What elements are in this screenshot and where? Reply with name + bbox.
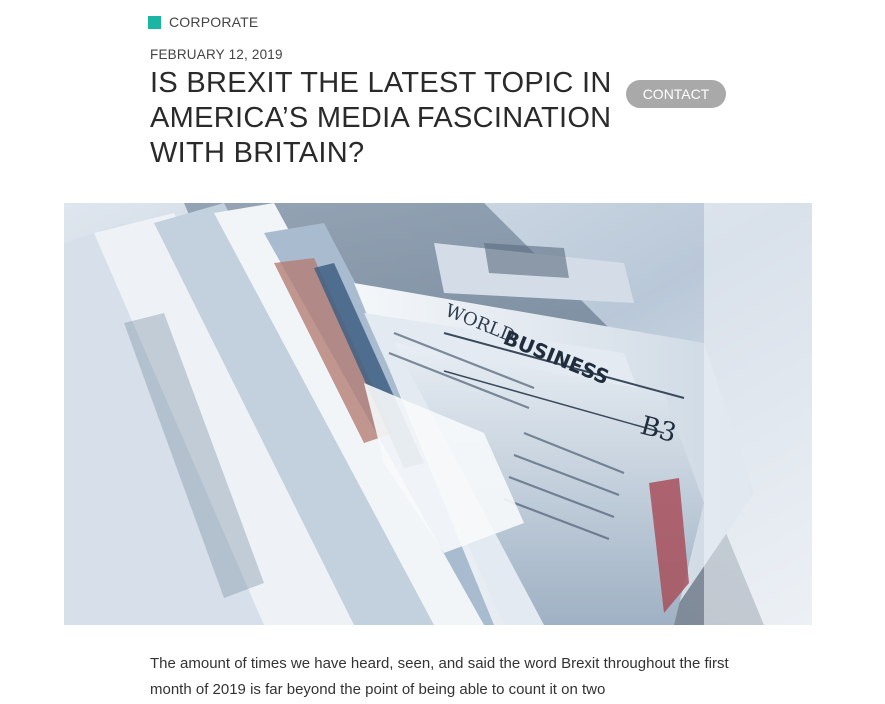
article-date: FEBRUARY 12, 2019 [150,47,283,62]
newspaper-stack-illustration: WORLD BUSINESS B3 [64,203,812,625]
category-label: CORPORATE [169,14,259,30]
article-title: IS BREXIT THE LATEST TOPIC IN AMERICA’S … [150,67,612,169]
article-body-intro: The amount of times we have heard, seen,… [150,655,729,698]
hero-image: WORLD BUSINESS B3 [64,203,812,625]
article-page: CORPORATE FEBRUARY 12, 2019 IS BREXIT TH… [0,0,885,704]
category-square-icon [148,15,161,29]
contact-button[interactable]: CONTACT [626,80,726,108]
category-tag[interactable]: CORPORATE [148,14,258,30]
